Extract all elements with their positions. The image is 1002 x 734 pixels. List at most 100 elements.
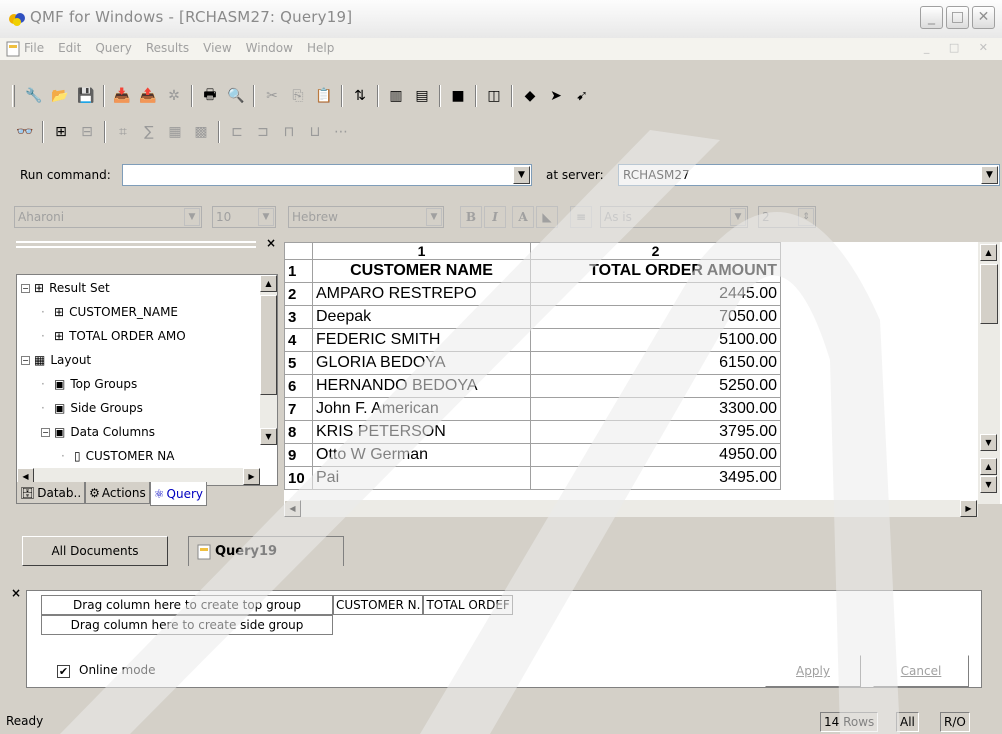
eraser-icon[interactable]: ◆ (519, 85, 541, 107)
tree-item[interactable]: − ▣ Data Columns (41, 421, 155, 443)
scroll-down-icon[interactable]: ▼ (260, 428, 277, 445)
print-preview-icon[interactable]: 🔍 (225, 85, 247, 107)
table-row[interactable]: 4 FEDERIC SMITH 5100.00 (284, 328, 781, 352)
column-header[interactable]: CUSTOMER NAME (312, 259, 531, 283)
table-row[interactable]: 1 CUSTOMER NAME TOTAL ORDER AMOUNT (284, 259, 781, 283)
document-icon[interactable] (6, 41, 20, 57)
top-group-dropzone[interactable]: Drag column here to create top group (41, 595, 333, 615)
row-number[interactable]: 4 (284, 328, 313, 352)
run-all-icon[interactable]: ➹ (571, 85, 593, 107)
scroll-up-icon[interactable]: ▲ (260, 275, 277, 292)
chevron-down-icon[interactable]: ▼ (258, 208, 274, 226)
script-select[interactable]: Hebrew ▼ (288, 206, 444, 228)
bold-button[interactable]: B (460, 206, 482, 228)
menu-help[interactable]: Help (307, 41, 334, 55)
close-button[interactable]: ✕ (972, 6, 995, 29)
chevron-down-icon[interactable]: ▼ (184, 208, 200, 226)
delete-row-icon[interactable]: ⊟ (76, 121, 98, 143)
row-number[interactable]: 8 (284, 420, 313, 444)
amount-cell[interactable]: 6150.00 (530, 351, 781, 375)
table-row[interactable]: 9 Otto W German 4950.00 (284, 443, 781, 467)
export-icon[interactable]: 📤 (137, 85, 159, 107)
align-icon[interactable]: ≡ (570, 206, 592, 228)
open-icon[interactable]: 📂 (49, 85, 71, 107)
collapse-icon[interactable]: − (21, 355, 30, 365)
column-chip[interactable]: CUSTOMER N. (333, 595, 424, 615)
amount-cell[interactable]: 5250.00 (530, 374, 781, 398)
column-chip[interactable]: TOTAL ORDEF (423, 595, 513, 615)
italic-button[interactable]: I (484, 206, 506, 228)
name-cell[interactable]: GLORIA BEDOYA (312, 351, 531, 375)
menu-window[interactable]: Window (246, 41, 293, 55)
all-documents-button[interactable]: All Documents (22, 536, 168, 566)
amount-cell[interactable]: 7050.00 (530, 305, 781, 329)
tree-vertical-scrollbar[interactable]: ▲ ▼ (260, 275, 277, 445)
tree-item[interactable]: · ▣ Top Groups (41, 373, 137, 395)
scroll-left-icon[interactable]: ◀ (284, 500, 301, 517)
name-cell[interactable]: Deepak (312, 305, 531, 329)
side-group-dropzone[interactable]: Drag column here to create side group (41, 615, 333, 635)
scroll-right-icon[interactable]: ▶ (243, 468, 260, 485)
menu-query[interactable]: Query (95, 41, 131, 55)
grid-vertical-scrollbar[interactable]: ▲ ▼ ▲ ▼ (978, 242, 1000, 504)
menu-results[interactable]: Results (146, 41, 189, 55)
col-insert-icon[interactable]: ⊓ (278, 121, 300, 143)
name-cell[interactable]: KRIS PETERSON (312, 420, 531, 444)
row-number[interactable]: 7 (284, 397, 313, 421)
font-select[interactable]: Aharoni ▼ (14, 206, 202, 228)
row-number[interactable]: 1 (284, 259, 313, 283)
gear-icon[interactable]: ✲ (163, 85, 185, 107)
menu-view[interactable]: View (203, 41, 231, 55)
binoculars-icon[interactable]: 👓 (14, 121, 36, 143)
table-row[interactable]: 7 John F. American 3300.00 (284, 397, 781, 421)
text-color-icon[interactable]: A (512, 206, 534, 228)
name-cell[interactable]: Otto W German (312, 443, 531, 467)
copy-icon[interactable]: ⎘ (287, 85, 309, 107)
row-number[interactable]: 6 (284, 374, 313, 398)
scroll-thumb[interactable] (260, 295, 277, 395)
collapse-icon[interactable]: − (21, 283, 30, 293)
form-icon[interactable]: ▤ (411, 85, 433, 107)
cancel-button[interactable]: Cancel (873, 655, 969, 687)
mdi-controls[interactable]: _ □ ✕ (924, 41, 996, 54)
scroll-up-icon[interactable]: ▲ (980, 458, 997, 475)
amount-cell[interactable]: 5100.00 (530, 328, 781, 352)
group-icon[interactable]: ▦ (164, 121, 186, 143)
tree-item[interactable]: · ⊞ CUSTOMER_NAME (41, 301, 178, 323)
table-row[interactable]: 2 AMPARO RESTREPO 2445.00 (284, 282, 781, 306)
amount-cell[interactable]: 4950.00 (530, 443, 781, 467)
scroll-thumb[interactable] (980, 264, 998, 324)
close-icon[interactable]: × (11, 586, 21, 600)
tree-item[interactable]: · ⊞ TOTAL ORDER AMO (41, 325, 186, 347)
amount-cell[interactable]: 3795.00 (530, 420, 781, 444)
table-row[interactable]: 8 KRIS PETERSON 3795.00 (284, 420, 781, 444)
row-number[interactable]: 10 (284, 466, 313, 490)
table-row[interactable]: 5 GLORIA BEDOYA 6150.00 (284, 351, 781, 375)
col-left-icon[interactable]: ⊏ (226, 121, 248, 143)
toolbar-grip[interactable] (12, 85, 15, 107)
col-delete-icon[interactable]: ⊔ (304, 121, 326, 143)
collapse-icon[interactable]: − (41, 427, 50, 437)
print-icon[interactable]: 🖶 (199, 85, 221, 107)
tab-database[interactable]: 🗄 Datab.. (16, 482, 86, 504)
online-mode-checkbox[interactable]: ✔ (57, 665, 70, 678)
col-right-icon[interactable]: ⊐ (252, 121, 274, 143)
tree-item[interactable]: · ▯ CUSTOMER NA (61, 445, 174, 467)
tree-item[interactable]: − ⊞ Result Set (21, 277, 110, 299)
fill-color-icon[interactable]: ◣ (536, 206, 558, 228)
console-icon[interactable]: ■ (447, 85, 469, 107)
layout-icon[interactable]: ▥ (385, 85, 407, 107)
spinner-icon[interactable]: ⇕ (798, 208, 814, 226)
sort-icon[interactable]: ⇅ (349, 85, 371, 107)
row-number[interactable]: 9 (284, 443, 313, 467)
tab-query[interactable]: ⚛ Query (149, 482, 207, 506)
apply-button[interactable]: Apply (765, 655, 861, 687)
save-icon[interactable]: 💾 (75, 85, 97, 107)
name-cell[interactable]: HERNANDO BEDOYA (312, 374, 531, 398)
scroll-down-icon[interactable]: ▼ (980, 476, 997, 493)
scroll-down-icon[interactable]: ▼ (980, 434, 997, 451)
import-icon[interactable]: 📥 (111, 85, 133, 107)
chevron-down-icon[interactable]: ▼ (730, 208, 746, 226)
minimize-button[interactable]: _ (920, 6, 943, 29)
amount-cell[interactable]: 3495.00 (530, 466, 781, 490)
